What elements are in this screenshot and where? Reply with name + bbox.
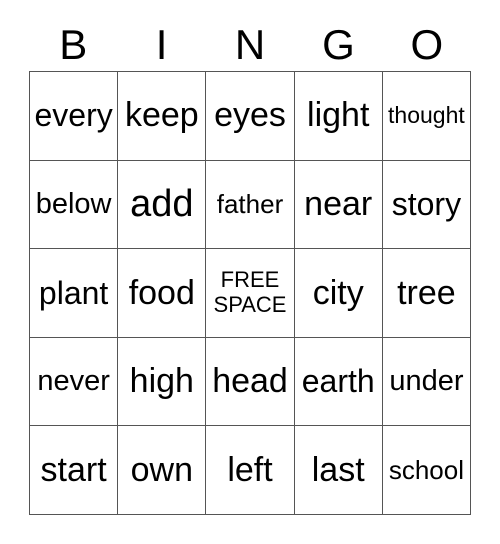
bingo-row: never high head earth under	[30, 337, 472, 427]
header-letter-n: N	[234, 20, 266, 68]
bingo-cell[interactable]: thought	[382, 72, 472, 161]
bingo-cell-label: earth	[301, 363, 375, 400]
bingo-cell[interactable]: below	[30, 160, 119, 250]
bingo-row: start own left last school	[30, 426, 472, 515]
bingo-grid: every keep eyes light thought below add …	[29, 71, 472, 515]
bingo-cell-label: below	[35, 187, 112, 220]
header-letter-i: I	[155, 20, 168, 68]
bingo-cell-label: under	[389, 364, 464, 397]
bingo-cell[interactable]: food	[118, 249, 207, 338]
bingo-cell-label: light	[307, 96, 370, 135]
bingo-cell-label: head	[212, 362, 288, 401]
bingo-cell-label: city	[312, 273, 364, 312]
bingo-cell[interactable]: every	[30, 72, 119, 161]
bingo-cell-label: last	[311, 450, 365, 489]
bingo-cell-label: start	[40, 450, 107, 489]
bingo-header: B I N G O	[29, 18, 471, 71]
bingo-row: plant food FREE SPACE city tree	[30, 249, 472, 338]
bingo-cell[interactable]: add	[118, 160, 207, 250]
bingo-cell[interactable]: head	[206, 337, 295, 427]
bingo-cell[interactable]: left	[206, 426, 295, 515]
bingo-cell[interactable]: story	[382, 160, 472, 250]
bingo-cell[interactable]: father	[206, 160, 295, 250]
bingo-cell[interactable]: own	[118, 426, 207, 515]
bingo-cell-label: school	[388, 454, 464, 485]
bingo-card: B I N G O every keep eyes light thought …	[0, 0, 500, 544]
bingo-row: below add father near story	[30, 160, 472, 250]
bingo-cell-label: left	[227, 450, 273, 489]
bingo-cell-label: food	[128, 273, 195, 312]
bingo-cell[interactable]: school	[382, 426, 472, 515]
bingo-cell[interactable]: last	[294, 426, 383, 515]
bingo-cell-label: tree	[397, 273, 456, 312]
bingo-cell[interactable]: near	[294, 160, 383, 250]
bingo-cell[interactable]: plant	[30, 249, 119, 338]
bingo-cell-label: add	[130, 183, 194, 226]
bingo-cell-label: high	[129, 362, 194, 401]
header-letter-o: O	[410, 20, 444, 68]
bingo-cell-label: own	[130, 450, 193, 489]
bingo-cell[interactable]: keep	[118, 72, 207, 161]
free-space-label: FREE SPACE	[213, 267, 287, 317]
bingo-cell-label: story	[391, 186, 462, 223]
bingo-cell[interactable]: under	[382, 337, 472, 427]
bingo-cell-label: every	[34, 97, 113, 134]
bingo-cell-label: father	[216, 189, 284, 220]
bingo-cell-label: plant	[38, 274, 109, 311]
bingo-cell[interactable]: start	[30, 426, 119, 515]
bingo-cell[interactable]: earth	[294, 337, 383, 427]
bingo-cell[interactable]: eyes	[206, 72, 295, 161]
bingo-cell-label: keep	[124, 96, 199, 135]
bingo-cell-free-space[interactable]: FREE SPACE	[206, 249, 295, 338]
bingo-row: every keep eyes light thought	[30, 72, 472, 161]
bingo-cell-label: thought	[388, 102, 465, 129]
bingo-cell[interactable]: light	[294, 72, 383, 161]
header-letter-g: G	[322, 20, 355, 68]
bingo-cell-label: never	[37, 364, 110, 397]
bingo-cell[interactable]: high	[118, 337, 207, 427]
bingo-cell[interactable]: never	[30, 337, 119, 427]
bingo-cell-label: eyes	[214, 96, 286, 135]
bingo-cell[interactable]: tree	[382, 249, 472, 338]
header-letter-b: B	[59, 20, 88, 68]
bingo-cell[interactable]: city	[294, 249, 383, 338]
bingo-cell-label: near	[304, 185, 373, 224]
